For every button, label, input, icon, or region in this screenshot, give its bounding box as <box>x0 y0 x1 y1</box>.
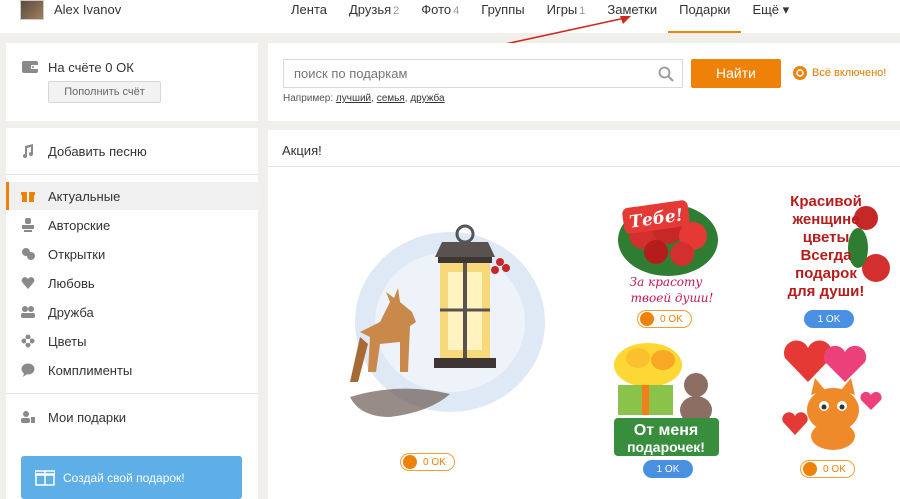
gift-icon <box>35 470 55 486</box>
divider <box>6 393 258 394</box>
svg-text:Всегда: Всегда <box>800 247 852 264</box>
all-included-link[interactable]: Всё включено! <box>793 66 886 80</box>
gift-icon <box>803 462 817 476</box>
nav-count: 4 <box>453 5 460 17</box>
price-label: 1 OK <box>656 463 680 475</box>
avatar[interactable] <box>20 0 44 20</box>
svg-text:цветы: цветы <box>803 229 850 246</box>
price-label: 0 OK <box>660 313 683 325</box>
price-badge[interactable]: 1 OK <box>643 460 693 478</box>
promo-title: Акция! <box>282 143 322 158</box>
menu-label: Любовь <box>48 275 95 291</box>
nav-friends[interactable]: Друзья 2 <box>338 0 410 33</box>
search-examples: Например: лучший, семья, дружба <box>283 93 445 104</box>
sidebar-item-love[interactable]: Любовь <box>6 269 258 297</box>
svg-text:Красивой: Красивой <box>790 193 862 210</box>
nav-more[interactable]: Ещё ▾ <box>741 0 800 33</box>
price-badge[interactable]: 0 OK <box>800 460 855 478</box>
svg-text:подарок: подарок <box>795 265 857 282</box>
gift-icon <box>640 312 654 326</box>
flower-icon <box>20 333 36 349</box>
sidebar-item-my-gifts[interactable]: Мои подарки <box>6 403 258 431</box>
price-label: 1 OK <box>817 313 841 325</box>
gift-ot-menya-podarochek[interactable]: От меня подарочек! <box>608 340 723 458</box>
music-note-icon <box>20 143 36 159</box>
user-gift-icon <box>20 409 36 425</box>
sidebar-menu: Добавить песню Актуальные Авторские Откр… <box>6 128 258 499</box>
search-icon[interactable] <box>658 66 674 82</box>
menu-label: Дружба <box>48 304 94 320</box>
sidebar-item-actual[interactable]: Актуальные <box>6 182 258 210</box>
menu-label: Авторские <box>48 217 111 233</box>
ok-coin-icon <box>793 66 807 80</box>
top-bar: Alex Ivanov Лента Друзья 2 Фото 4 Группы И… <box>0 0 900 33</box>
example-link[interactable]: семья <box>377 93 405 104</box>
add-song-item[interactable]: Добавить песню <box>6 137 258 165</box>
create-gift-label: Создай свой подарок! <box>63 471 185 485</box>
heart-icon <box>20 275 36 291</box>
create-gift-button[interactable]: Создай свой подарок! <box>21 456 242 499</box>
nav-label: Ещё ▾ <box>752 2 790 17</box>
divider <box>268 166 900 167</box>
example-link[interactable]: лучший <box>336 93 371 104</box>
svg-text:твоей души!: твоей души! <box>631 291 714 305</box>
all-included-label: Всё включено! <box>812 67 887 79</box>
nav-label: Фото <box>421 2 452 17</box>
example-link[interactable]: дружба <box>410 93 444 104</box>
people-icon <box>20 304 36 320</box>
price-badge[interactable]: 1 OK <box>804 310 854 328</box>
menu-label: Открытки <box>48 246 106 262</box>
svg-text:От меня: От меня <box>634 422 698 439</box>
nav-gifts[interactable]: Подарки <box>668 0 742 33</box>
nav-photos[interactable]: Фото 4 <box>410 0 470 33</box>
nav-label: Друзья <box>348 2 392 17</box>
gift-icon <box>20 188 36 204</box>
example-label: Например: <box>283 93 334 104</box>
balance-text: На счёте 0 ОК <box>48 60 134 75</box>
gift-krasivoy-zhenshchine[interactable]: Красивой женщине цветы Всегда подарок дл… <box>768 188 893 308</box>
menu-label: Добавить песню <box>48 143 147 159</box>
top-up-button[interactable]: Пополнить счёт <box>48 81 161 103</box>
sidebar-item-friendship[interactable]: Дружба <box>6 298 258 326</box>
search-card: Найти Всё включено! Например: лучший, се… <box>268 43 900 121</box>
price-label: 0 OK <box>423 456 446 468</box>
balance-card: На счёте 0 ОК Пополнить счёт <box>6 43 258 121</box>
svg-text:подарочек!: подарочек! <box>627 439 705 455</box>
divider <box>6 174 258 175</box>
nav-count: 2 <box>393 5 400 17</box>
gift-tebe-roses[interactable]: Тебе! За красоту твоей души! <box>608 200 728 310</box>
stamp-icon <box>20 217 36 233</box>
svg-text:для души!: для души! <box>788 283 865 300</box>
menu-label: Мои подарки <box>48 409 127 425</box>
promo-card: Акция! 0 OK Тебе! За красоту твоей души!… <box>268 130 900 499</box>
price-badge[interactable]: 0 OK <box>400 453 455 471</box>
menu-label: Цветы <box>48 333 87 349</box>
gift-kitten-hearts[interactable] <box>773 340 888 455</box>
menu-label: Комплименты <box>48 362 133 378</box>
wallet-icon <box>22 61 38 73</box>
sidebar-item-cards[interactable]: Открытки <box>6 240 258 268</box>
nav-label: Лента <box>291 2 327 17</box>
menu-label: Актуальные <box>48 188 121 204</box>
gift-lantern-deer[interactable] <box>320 222 550 442</box>
svg-text:женщине: женщине <box>791 211 859 228</box>
search-box <box>283 59 683 88</box>
sidebar-item-compliments[interactable]: Комплименты <box>6 356 258 384</box>
price-label: 0 OK <box>823 463 846 475</box>
sidebar-item-flowers[interactable]: Цветы <box>6 327 258 355</box>
speech-bubble-icon <box>20 362 36 378</box>
price-badge[interactable]: 0 OK <box>637 310 692 328</box>
search-input[interactable] <box>294 66 654 81</box>
postcard-icon <box>20 246 36 262</box>
nav-label: Подарки <box>679 2 731 17</box>
nav-feed[interactable]: Лента <box>280 0 338 33</box>
find-button[interactable]: Найти <box>691 59 781 88</box>
gift-icon <box>403 455 417 469</box>
username[interactable]: Alex Ivanov <box>54 2 121 17</box>
sidebar-item-author[interactable]: Авторские <box>6 211 258 239</box>
svg-text:За красоту: За красоту <box>630 275 703 289</box>
